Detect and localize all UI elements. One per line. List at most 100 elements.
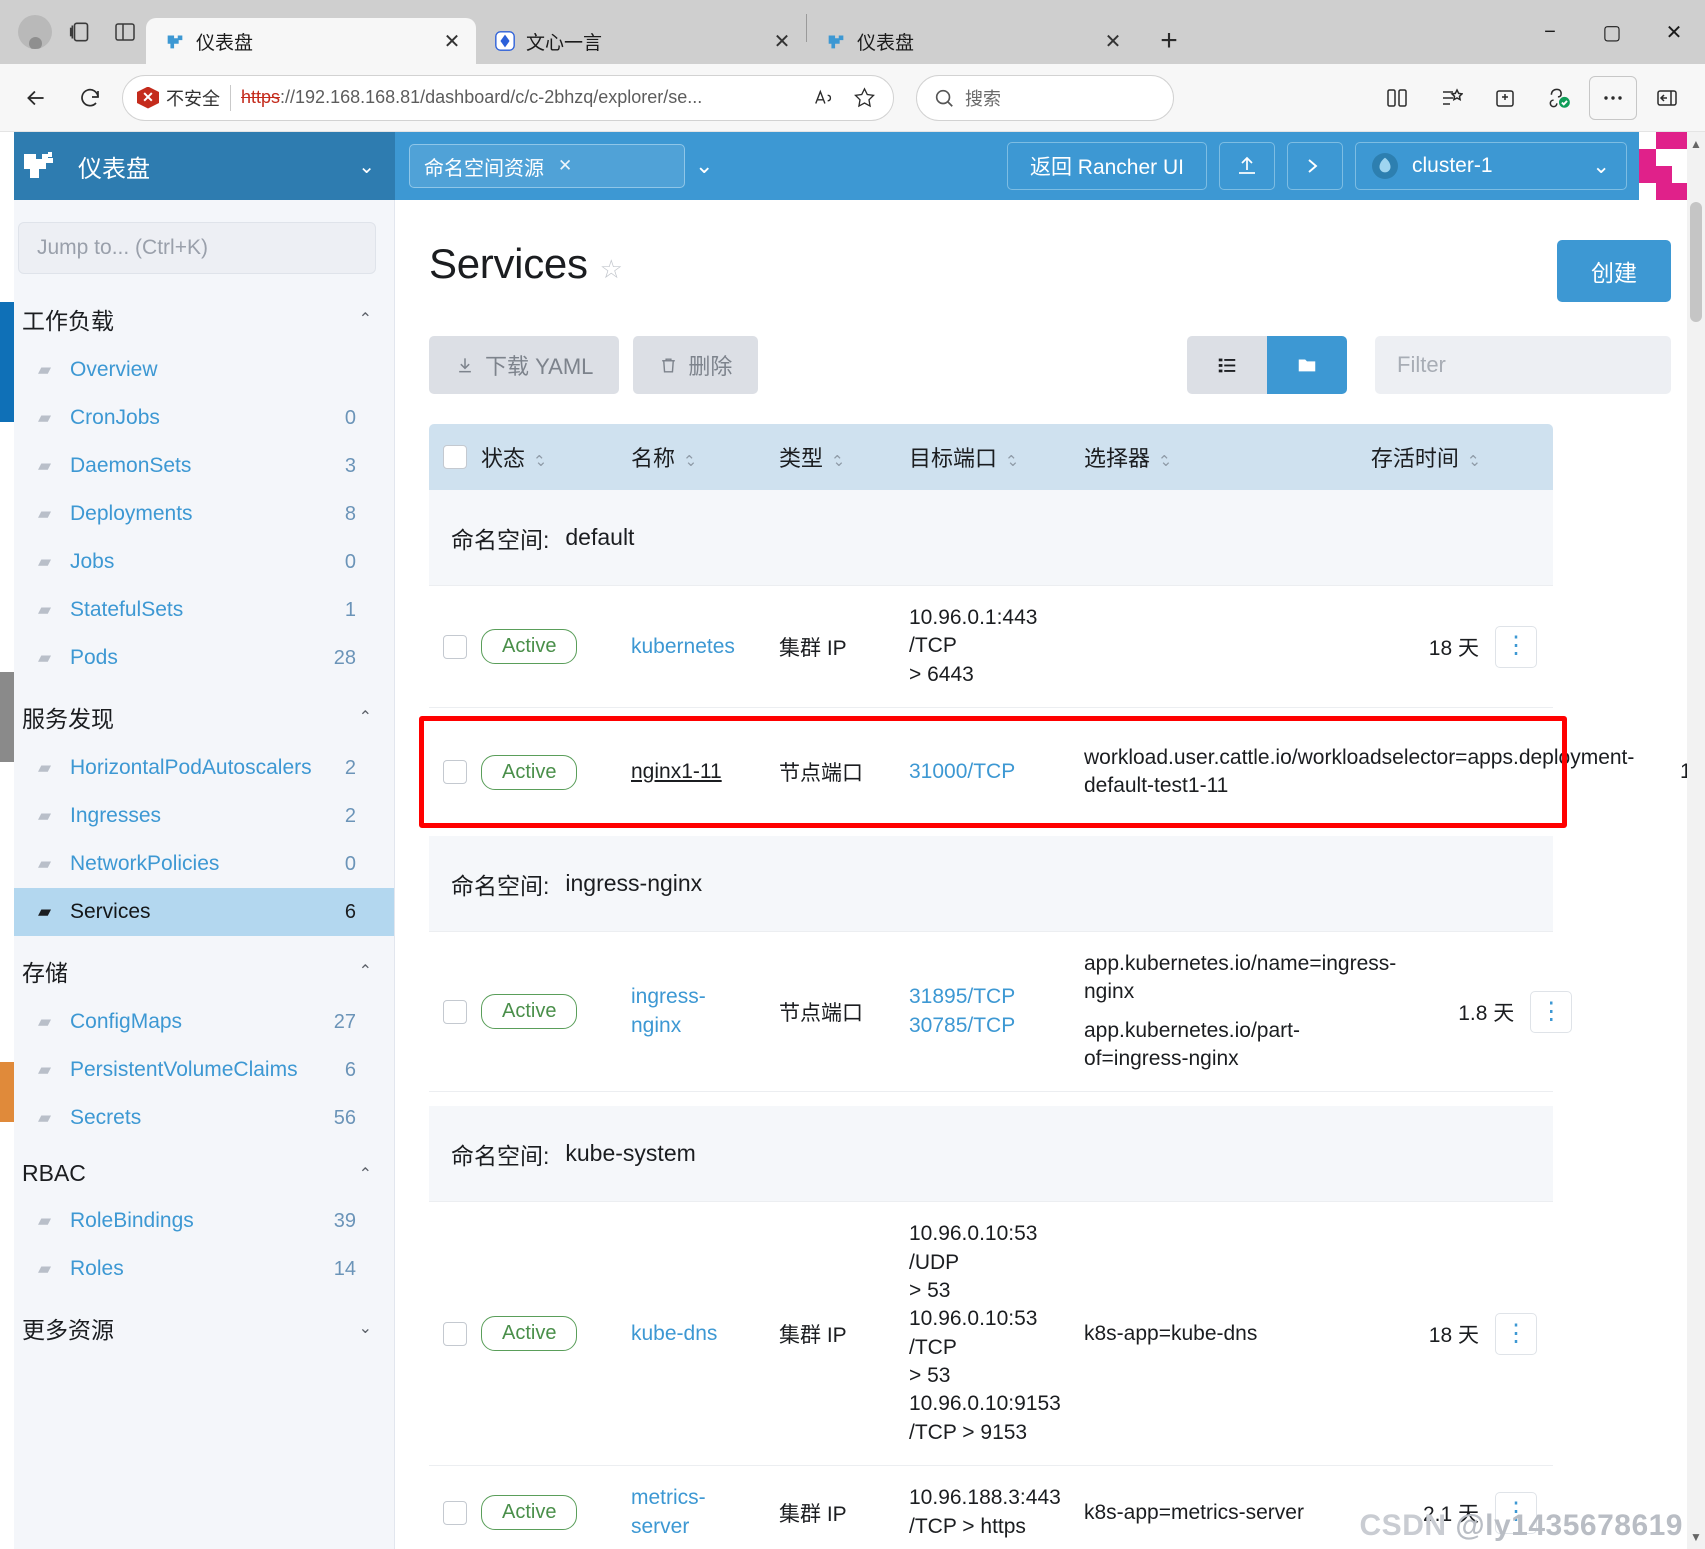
page-scrollbar[interactable]: ▲ ▼ — [1687, 132, 1705, 1549]
namespace-filter[interactable]: 命名空间资源 ✕ ⌄ — [409, 144, 713, 188]
window-close-button[interactable]: ✕ — [1643, 0, 1705, 64]
row-name[interactable]: metrics-server — [631, 1484, 779, 1541]
download-yaml-button[interactable]: 下载 YAML — [429, 336, 620, 394]
sidebar-group-rbac[interactable]: RBAC ⌃ — [0, 1142, 394, 1197]
profile-avatar-button[interactable] — [18, 15, 52, 49]
kebab-menu-icon[interactable]: ⋮ — [1530, 990, 1573, 1033]
tab-actions-icon[interactable] — [66, 17, 96, 47]
sidebar-item-roles[interactable]: ▰ Roles 14 — [0, 1245, 394, 1293]
scroll-down-icon[interactable]: ▼ — [1687, 1527, 1705, 1547]
sidebar-item-horizontalpodautoscalers[interactable]: ▰ HorizontalPodAutoscalers 2 — [0, 744, 394, 792]
service-link[interactable]: metrics-server — [631, 1486, 706, 1537]
split-pane-icon[interactable] — [110, 17, 140, 47]
list-view-icon[interactable] — [1187, 336, 1267, 394]
sidebar-item-configmaps[interactable]: ▰ ConfigMaps 27 — [0, 998, 394, 1046]
table-row[interactable]: Active nginx1-11 节点端口 31000/TCP workload… — [429, 724, 1705, 820]
header-age[interactable]: 存活时间 — [1361, 441, 1479, 473]
sidebar-item-daemonsets[interactable]: ▰ DaemonSets 3 — [0, 442, 394, 490]
window-minimize-button[interactable]: − — [1519, 0, 1581, 64]
header-target-ports[interactable]: 目标端口 — [909, 441, 1084, 473]
create-button[interactable]: 创建 — [1557, 240, 1671, 302]
row-target-ports[interactable]: 31000/TCP — [909, 760, 1084, 784]
scroll-up-icon[interactable]: ▲ — [1687, 134, 1705, 154]
port-link[interactable]: 31895/TCP — [909, 985, 1015, 1008]
row-actions[interactable]: ⋮ — [1514, 990, 1588, 1033]
row-actions[interactable]: ⋮ — [1479, 625, 1553, 668]
sidebar-item-jobs[interactable]: ▰ Jobs 0 — [0, 538, 394, 586]
back-to-rancher-ui-button[interactable]: 返回 Rancher UI — [1006, 142, 1207, 190]
row-checkbox[interactable] — [429, 1321, 481, 1346]
sidebar-group-service-discovery[interactable]: 服务发现 ⌃ — [0, 682, 394, 744]
table-row[interactable]: Active kubernetes 集群 IP 10.96.0.1:443 /T… — [429, 586, 1553, 709]
sidebar-item-ingresses[interactable]: ▰ Ingresses 2 — [0, 792, 394, 840]
port-link[interactable]: 31000/TCP — [909, 760, 1015, 783]
row-name[interactable]: nginx1-11 — [631, 760, 779, 784]
address-bar[interactable]: ✕ 不安全 https://192.168.168.81/dashboard/c… — [122, 74, 894, 121]
sidebar-item-deployments[interactable]: ▰ Deployments 8 — [0, 490, 394, 538]
sidebar-group-workloads[interactable]: 工作负载 ⌃ — [0, 284, 394, 346]
star-icon[interactable] — [849, 76, 879, 120]
sidebar-toggle-icon[interactable] — [1643, 76, 1691, 120]
service-link[interactable]: kubernetes — [631, 635, 735, 658]
row-name[interactable]: kubernetes — [631, 635, 779, 659]
delete-button[interactable]: 删除 — [633, 336, 759, 394]
row-checkbox[interactable] — [429, 760, 481, 785]
header-type[interactable]: 类型 — [779, 441, 909, 473]
sidebar-item-pods[interactable]: ▰ Pods 28 — [0, 634, 394, 682]
favorites-icon[interactable] — [1427, 76, 1475, 120]
namespace-filter-pill[interactable]: 命名空间资源 ✕ — [409, 144, 685, 188]
filter-input[interactable]: Filter — [1375, 336, 1671, 394]
sidebar-group-more-resources[interactable]: 更多资源 ⌄ — [0, 1293, 394, 1355]
header-status[interactable]: 状态 — [481, 441, 631, 473]
header-selector[interactable]: 选择器 — [1084, 441, 1361, 473]
kubectl-shell-button[interactable] — [1287, 142, 1343, 190]
sidebar-item-services[interactable]: ▰ Services 6 — [0, 888, 394, 936]
sidebar-item-cronjobs[interactable]: ▰ CronJobs 0 — [0, 394, 394, 442]
tab-close-2[interactable]: ✕ — [1101, 29, 1125, 54]
row-actions[interactable]: ⋮ — [1479, 1312, 1553, 1355]
service-link[interactable]: nginx1-11 — [631, 760, 722, 783]
sidebar-item-statefulsets[interactable]: ▰ StatefulSets 1 — [0, 586, 394, 634]
browser-essentials-icon[interactable] — [1535, 76, 1583, 120]
kebab-menu-icon[interactable]: ⋮ — [1495, 1312, 1537, 1355]
search-box[interactable]: 搜索 — [916, 74, 1174, 121]
cluster-selector[interactable]: cluster-1 ⌄ — [1355, 142, 1627, 190]
new-tab-button[interactable]: + — [1151, 24, 1187, 58]
collections-icon[interactable] — [1481, 76, 1529, 120]
browser-tab-2[interactable]: 仪表盘 ✕ — [807, 18, 1137, 64]
row-name[interactable]: kube-dns — [631, 1322, 779, 1346]
settings-more-icon[interactable] — [1589, 75, 1637, 120]
sidebar-item-secrets[interactable]: ▰ Secrets 56 — [0, 1094, 394, 1142]
service-link[interactable]: kube-dns — [631, 1322, 717, 1345]
sidebar-item-overview[interactable]: ▰ Overview — [0, 346, 394, 394]
row-checkbox[interactable] — [429, 999, 481, 1024]
jump-to-input[interactable]: Jump to... (Ctrl+K) — [18, 222, 376, 274]
tab-close-0[interactable]: ✕ — [440, 29, 464, 54]
security-indicator[interactable]: ✕ 不安全 — [137, 85, 220, 111]
tab-close-1[interactable]: ✕ — [770, 29, 794, 54]
table-row[interactable]: Active kube-dns 集群 IP 10.96.0.10:53 /UDP… — [429, 1202, 1553, 1467]
product-switcher[interactable]: 仪表盘 ⌄ — [0, 132, 395, 200]
split-screen-icon[interactable] — [1373, 76, 1421, 120]
namespace-filter-clear-icon[interactable]: ✕ — [558, 156, 572, 176]
sidebar-item-networkpolicies[interactable]: ▰ NetworkPolicies 0 — [0, 840, 394, 888]
service-link[interactable]: ingress-nginx — [631, 985, 706, 1036]
scrollbar-thumb[interactable] — [1690, 202, 1702, 322]
reload-button[interactable] — [68, 76, 112, 120]
sidebar-item-persistentvolumeclaims[interactable]: ▰ PersistentVolumeClaims 6 — [0, 1046, 394, 1094]
browser-tab-0[interactable]: 仪表盘 ✕ — [146, 18, 476, 64]
select-all-checkbox[interactable] — [429, 445, 481, 469]
row-name[interactable]: ingress-nginx — [631, 983, 779, 1040]
port-link[interactable]: 30785/TCP — [909, 1014, 1015, 1037]
group-view-icon[interactable] — [1267, 336, 1347, 394]
browser-tab-1[interactable]: 文心一言 ✕ — [476, 18, 806, 64]
back-button[interactable] — [14, 76, 58, 120]
kebab-menu-icon[interactable]: ⋮ — [1495, 625, 1537, 668]
row-target-ports[interactable]: 31895/TCP 30785/TCP — [909, 983, 1084, 1040]
header-name[interactable]: 名称 — [631, 441, 779, 473]
row-checkbox[interactable] — [429, 634, 481, 659]
row-checkbox[interactable] — [429, 1500, 481, 1525]
read-aloud-icon[interactable] — [809, 76, 839, 120]
window-maximize-button[interactable]: ▢ — [1581, 0, 1643, 64]
table-row[interactable]: Active ingress-nginx 节点端口 31895/TCP 30785… — [429, 932, 1573, 1093]
